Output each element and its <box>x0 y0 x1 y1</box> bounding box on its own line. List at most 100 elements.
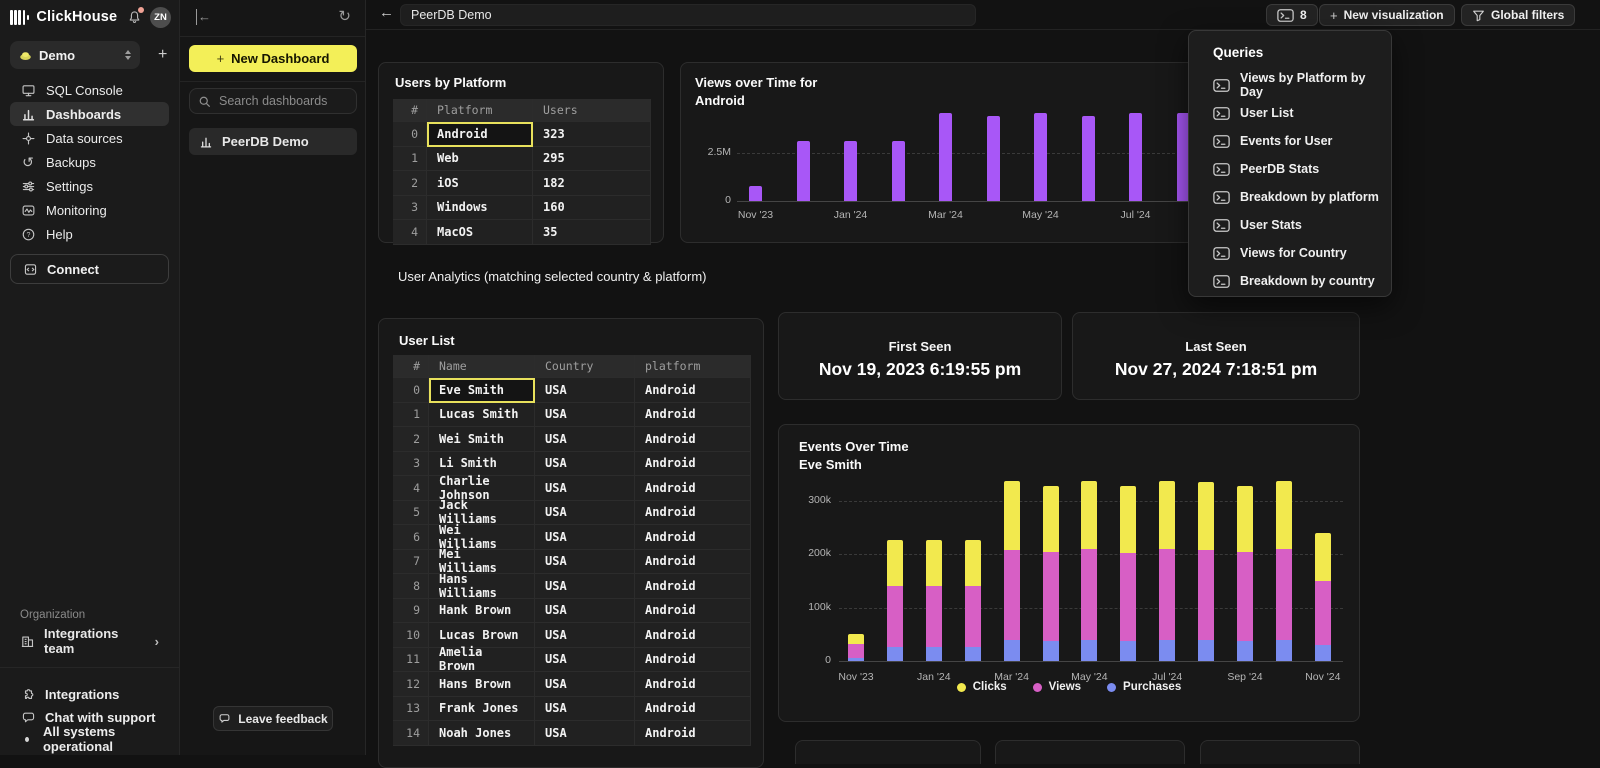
table-cell[interactable]: Android <box>635 672 751 697</box>
bar-segment-purchases[interactable] <box>1237 641 1253 661</box>
table-cell[interactable]: Web <box>427 147 533 172</box>
table-cell[interactable]: Eve Smith <box>429 378 535 403</box>
table-cell[interactable]: USA <box>535 378 635 403</box>
dashboard-list-item[interactable]: PeerDB Demo <box>189 128 357 155</box>
table-cell[interactable]: Android <box>635 427 751 452</box>
table-cell[interactable]: Lucas Smith <box>429 403 535 428</box>
bar-segment-views[interactable] <box>1081 549 1097 640</box>
table-row[interactable]: 3Li SmithUSAAndroid <box>393 452 751 477</box>
table-cell[interactable]: Hank Brown <box>429 599 535 624</box>
table-row[interactable]: 13Frank JonesUSAAndroid <box>393 697 751 722</box>
table-cell[interactable]: USA <box>535 476 635 501</box>
dashboard-search[interactable] <box>189 88 357 114</box>
bar-segment-purchases[interactable] <box>1159 640 1175 661</box>
table-cell[interactable]: Hans Williams <box>429 574 535 599</box>
bar-segment-views[interactable] <box>848 644 864 658</box>
search-input[interactable] <box>217 93 337 109</box>
bar-segment-clicks[interactable] <box>848 634 864 644</box>
new-dashboard-button[interactable]: + New Dashboard <box>189 45 357 72</box>
add-service-button[interactable]: + <box>150 46 175 64</box>
table-row[interactable]: 7Mei WilliamsUSAAndroid <box>393 550 751 575</box>
table-row[interactable]: 4Charlie JohnsonUSAAndroid <box>393 476 751 501</box>
bar-segment-purchases[interactable] <box>965 647 981 661</box>
bar-segment-clicks[interactable] <box>1198 482 1214 550</box>
bar[interactable] <box>844 141 857 201</box>
table-cell[interactable]: Android <box>635 452 751 477</box>
query-item[interactable]: Breakdown by platform <box>1213 183 1383 211</box>
query-item[interactable]: Breakdown by country <box>1213 267 1383 295</box>
sidebar-item-help[interactable]: ? Help <box>10 222 169 246</box>
bar-segment-clicks[interactable] <box>1315 533 1331 581</box>
bar-segment-purchases[interactable] <box>926 647 942 661</box>
table-cell[interactable]: Windows <box>427 196 533 221</box>
table-cell[interactable]: 160 <box>533 196 651 221</box>
bar-segment-clicks[interactable] <box>965 540 981 586</box>
table-cell[interactable]: Amelia Brown <box>429 648 535 673</box>
table-cell[interactable]: 323 <box>533 122 651 147</box>
table-cell[interactable]: USA <box>535 427 635 452</box>
bar-segment-views[interactable] <box>1004 550 1020 641</box>
table-cell[interactable]: Android <box>635 599 751 624</box>
table-cell[interactable]: USA <box>535 574 635 599</box>
table-row[interactable]: 9Hank BrownUSAAndroid <box>393 599 751 624</box>
table-row[interactable]: 10Lucas BrownUSAAndroid <box>393 623 751 648</box>
global-filters-button[interactable]: Global filters <box>1461 4 1575 26</box>
avatar[interactable]: ZN <box>150 7 171 28</box>
collapse-panel-icon[interactable]: ← <box>196 9 211 25</box>
table-row[interactable]: 0Eve SmithUSAAndroid <box>393 378 751 403</box>
query-item[interactable]: Events for User <box>1213 127 1383 155</box>
sidebar-item-settings[interactable]: Settings <box>10 174 169 198</box>
system-status-item[interactable]: All systems operational <box>10 728 169 750</box>
bar-segment-purchases[interactable] <box>887 647 903 661</box>
query-item[interactable]: Views by Platform by Day <box>1213 71 1383 99</box>
bar[interactable] <box>892 141 905 201</box>
table-cell[interactable]: USA <box>535 550 635 575</box>
bar-segment-views[interactable] <box>1237 552 1253 640</box>
bar[interactable] <box>987 116 1000 201</box>
table-cell[interactable]: 182 <box>533 171 651 196</box>
back-arrow-icon[interactable]: ← <box>379 4 394 21</box>
legend-item-views[interactable]: Views <box>1033 681 1081 693</box>
legend-item-clicks[interactable]: Clicks <box>957 681 1007 693</box>
table-cell[interactable]: Li Smith <box>429 452 535 477</box>
bar[interactable] <box>939 113 952 201</box>
query-item[interactable]: User Stats <box>1213 211 1383 239</box>
table-cell[interactable]: USA <box>535 403 635 428</box>
table-row[interactable]: 4MacOS35 <box>393 220 651 245</box>
table-cell[interactable]: Noah Jones <box>429 721 535 746</box>
bar-segment-clicks[interactable] <box>1237 486 1253 552</box>
table-cell[interactable]: MacOS <box>427 220 533 245</box>
workspace-select[interactable]: Demo <box>10 41 140 69</box>
bar-segment-views[interactable] <box>926 586 942 647</box>
table-cell[interactable]: USA <box>535 697 635 722</box>
bar-segment-purchases[interactable] <box>1120 641 1136 661</box>
bar-segment-views[interactable] <box>1159 549 1175 640</box>
table-cell[interactable]: Android <box>635 525 751 550</box>
table-cell[interactable]: Android <box>427 122 533 147</box>
connect-button[interactable]: Connect <box>10 254 169 284</box>
table-row[interactable]: 3Windows160 <box>393 196 651 221</box>
bar-segment-purchases[interactable] <box>1276 640 1292 661</box>
refresh-icon[interactable]: ↻ <box>338 7 351 25</box>
bar-segment-purchases[interactable] <box>1198 640 1214 661</box>
bar[interactable] <box>1082 116 1095 201</box>
sidebar-item-sql-console[interactable]: SQL Console <box>10 78 169 102</box>
new-visualization-button[interactable]: + New visualization <box>1319 4 1455 26</box>
bar-segment-views[interactable] <box>1198 550 1214 640</box>
table-cell[interactable]: USA <box>535 672 635 697</box>
bar[interactable] <box>1034 113 1047 201</box>
legend-item-purchases[interactable]: Purchases <box>1107 681 1181 693</box>
bar-segment-views[interactable] <box>1043 552 1059 640</box>
dashboard-title-input[interactable] <box>400 4 976 26</box>
table-cell[interactable]: USA <box>535 648 635 673</box>
bar-segment-purchases[interactable] <box>1315 645 1331 661</box>
table-cell[interactable]: Lucas Brown <box>429 623 535 648</box>
table-cell[interactable]: Android <box>635 476 751 501</box>
table-cell[interactable]: USA <box>535 721 635 746</box>
table-cell[interactable]: Charlie Johnson <box>429 476 535 501</box>
sidebar-item-integrations[interactable]: Integrations <box>10 683 169 705</box>
bar-segment-clicks[interactable] <box>1120 486 1136 553</box>
bar[interactable] <box>749 186 762 201</box>
bar[interactable] <box>1129 113 1142 201</box>
table-cell[interactable]: Jack Williams <box>429 501 535 526</box>
